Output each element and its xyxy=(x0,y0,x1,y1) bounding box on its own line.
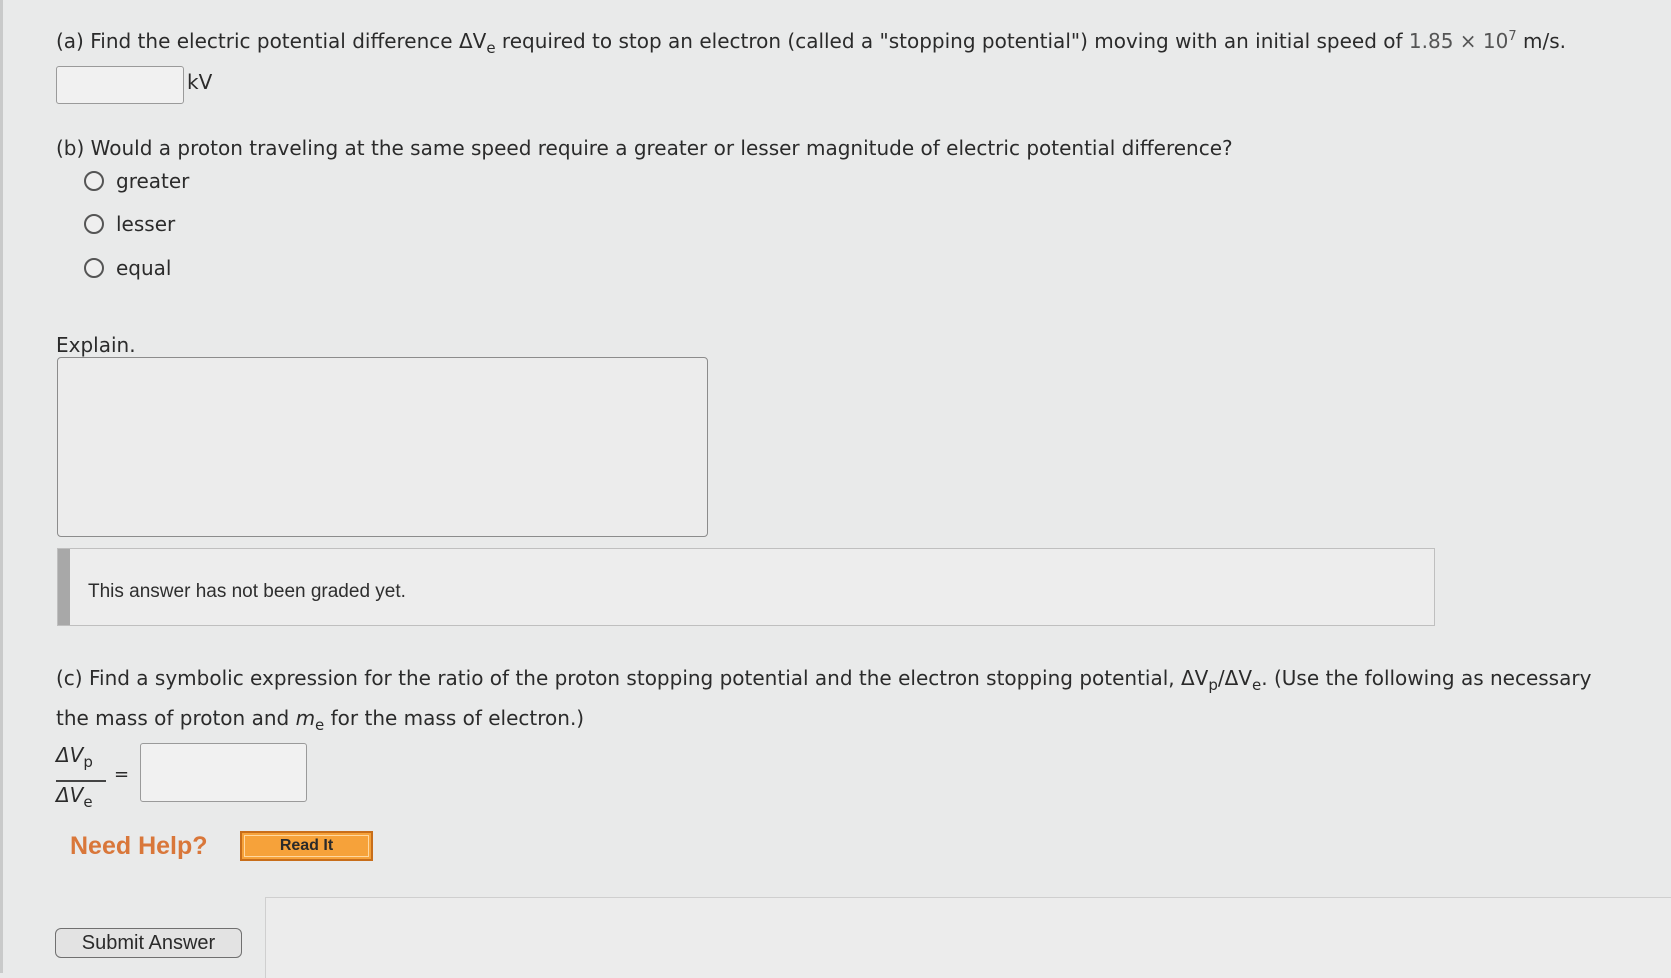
part-c-suffix: . (Use the following as necessary xyxy=(1261,666,1592,690)
part-c-sub-p: p xyxy=(1208,676,1218,694)
part-c-sub-e: e xyxy=(1252,676,1262,694)
part-a-answer-input[interactable] xyxy=(56,66,184,104)
radio-equal[interactable] xyxy=(84,258,104,278)
part-a-prefix: (a) Find the electric potential differen… xyxy=(56,29,487,53)
speed-mantissa: 1.85 × 10 xyxy=(1408,29,1509,53)
option-lesser-label: lesser xyxy=(116,212,176,236)
part-c-question-line2: the mass of proton and me for the mass o… xyxy=(56,706,585,734)
part-a-middle: required to stop an electron (called a "… xyxy=(495,29,1409,53)
mass-symbol: m xyxy=(295,706,316,730)
grading-status-text: This answer has not been graded yet. xyxy=(88,581,406,602)
part-c-answer-input[interactable] xyxy=(140,743,307,802)
mass-subscript: e xyxy=(315,716,325,734)
equals-sign: = xyxy=(114,764,130,785)
fraction-denominator: ΔVe xyxy=(56,783,93,811)
part-c-slash: /ΔV xyxy=(1217,666,1253,690)
fraction-numerator: ΔVp xyxy=(56,743,93,771)
explain-label: Explain. xyxy=(56,333,136,357)
part-b-question: (b) Would a proton traveling at the same… xyxy=(56,136,1233,160)
part-c-line2-prefix: the mass of proton and xyxy=(56,706,296,730)
option-lesser[interactable]: lesser xyxy=(84,212,175,236)
numerator-symbol: ΔV xyxy=(56,743,84,767)
part-a-unit: kV xyxy=(187,70,213,94)
part-a-subscript: e xyxy=(486,39,496,57)
need-help-label: Need Help? xyxy=(70,832,208,860)
option-greater[interactable]: greater xyxy=(84,169,189,193)
part-a-question: (a) Find the electric potential differen… xyxy=(56,29,1567,57)
explain-textarea[interactable] xyxy=(57,357,708,537)
read-it-label: Read It xyxy=(279,837,334,854)
fraction-bar xyxy=(56,780,106,782)
speed-exponent: 7 xyxy=(1508,29,1517,44)
denominator-symbol: ΔV xyxy=(56,783,84,807)
part-a-suffix: m/s. xyxy=(1516,29,1567,53)
option-equal[interactable]: equal xyxy=(84,256,172,280)
part-c-question-line1: (c) Find a symbolic expression for the r… xyxy=(56,666,1592,694)
bottom-panel xyxy=(265,897,1671,978)
part-c-line2-suffix: for the mass of electron.) xyxy=(324,706,585,730)
speed-value: 1.85 × 107 xyxy=(1409,29,1517,53)
left-edge xyxy=(0,0,3,973)
part-c-prefix: (c) Find a symbolic expression for the r… xyxy=(56,666,1209,690)
radio-greater[interactable] xyxy=(84,171,104,191)
numerator-subscript: p xyxy=(83,753,93,771)
read-it-button[interactable]: Read It xyxy=(240,831,373,861)
option-greater-label: greater xyxy=(116,169,190,193)
grading-status-box: This answer has not been graded yet. xyxy=(57,548,1435,626)
radio-lesser[interactable] xyxy=(84,214,104,234)
denominator-subscript: e xyxy=(83,793,93,811)
option-equal-label: equal xyxy=(116,256,172,280)
submit-answer-button[interactable]: Submit Answer xyxy=(55,928,242,958)
grading-status-bar xyxy=(58,549,70,625)
